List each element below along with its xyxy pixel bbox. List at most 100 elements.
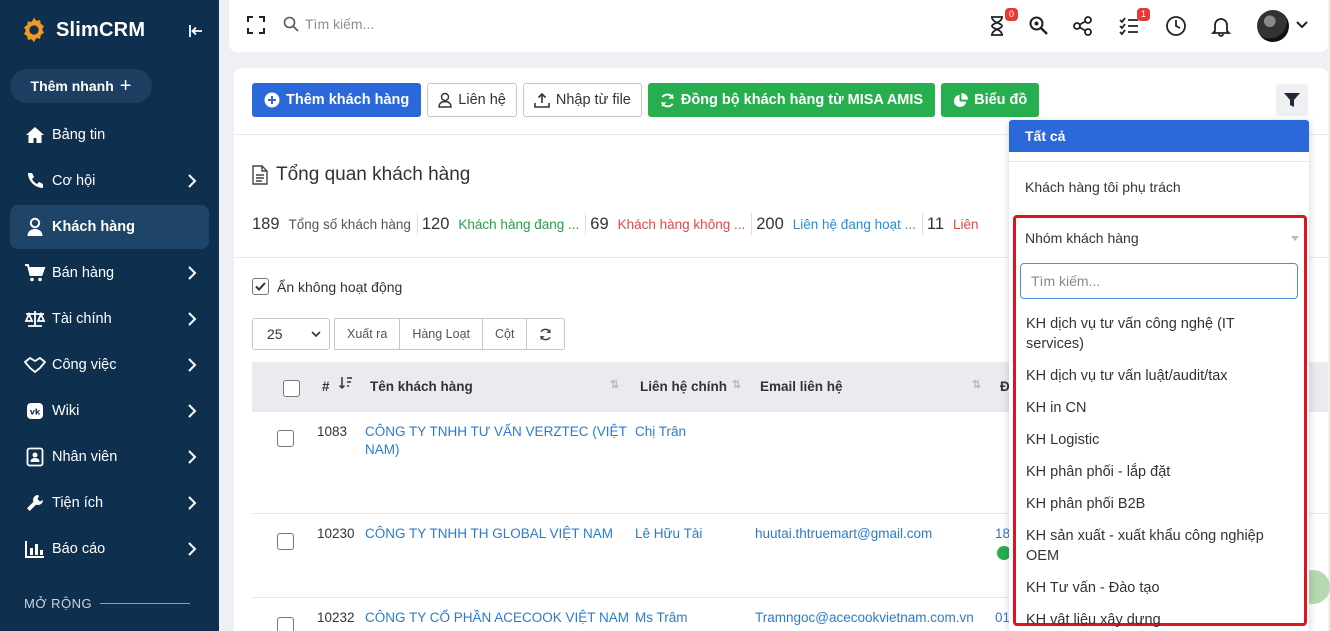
sidebar-item-bang-tin[interactable]: Bảng tin bbox=[10, 113, 209, 157]
sidebar-item-wiki[interactable]: vk Wiki bbox=[10, 389, 209, 433]
sidebar-item-khach-hang[interactable]: Khách hàng bbox=[10, 205, 209, 249]
group-option[interactable]: KH dịch vụ tư vấn luật/audit/tax bbox=[1026, 364, 1296, 388]
bell-icon[interactable] bbox=[1210, 15, 1232, 37]
phone-cell[interactable]: 18 bbox=[995, 525, 1010, 543]
sort-icon[interactable]: ⇅ bbox=[732, 378, 741, 391]
sidebar-item-ban-hang[interactable]: Bán hàng bbox=[10, 251, 209, 295]
top-search[interactable]: Tìm kiếm... bbox=[283, 16, 374, 32]
columns-button[interactable]: Cột bbox=[482, 318, 528, 350]
contact-link[interactable]: Lê Hữu Tài bbox=[635, 525, 702, 543]
select-all-checkbox[interactable] bbox=[283, 380, 300, 397]
search-key-icon[interactable] bbox=[1028, 15, 1050, 37]
col-header-contact[interactable]: Liên hệ chính bbox=[640, 379, 727, 394]
row-id: 10232 bbox=[317, 610, 355, 625]
row-id: 10230 bbox=[317, 526, 355, 541]
stat-label: Liên bbox=[953, 216, 979, 232]
row-checkbox[interactable] bbox=[277, 430, 294, 447]
group-option[interactable]: KH dịch vụ tư vấn công nghệ (IT services… bbox=[1026, 312, 1296, 356]
sort-desc-icon[interactable] bbox=[339, 376, 353, 390]
chevron-right-icon bbox=[188, 266, 197, 280]
vk-icon: vk bbox=[24, 400, 46, 422]
email-link[interactable]: huutai.thtruemart@gmail.com bbox=[755, 525, 932, 543]
customer-name-link[interactable]: CÔNG TY TNHH TH GLOBAL VIỆT NAM bbox=[365, 525, 613, 543]
group-option[interactable]: KH sản xuất - xuất khẩu công nghiệp OEM bbox=[1026, 524, 1296, 568]
customer-group-select[interactable]: Nhóm khách hàng bbox=[1025, 230, 1139, 246]
customer-name-link-cont[interactable]: NAM) bbox=[365, 441, 400, 459]
sync-misa-button[interactable]: Đồng bộ khách hàng từ MISA AMIS bbox=[647, 83, 936, 117]
chevron-down-icon[interactable] bbox=[1296, 20, 1308, 30]
group-search-input[interactable] bbox=[1020, 263, 1298, 299]
section-label-expand: MỞ RỘNG bbox=[24, 596, 191, 611]
group-options-list: KH dịch vụ tư vấn công nghệ (IT services… bbox=[1026, 312, 1296, 631]
topbar: Tìm kiếm... 0 1 bbox=[229, 0, 1328, 52]
sidebar-item-tai-chinh[interactable]: Tài chính bbox=[10, 297, 209, 341]
stat-contacts-active[interactable]: 200 Liên hệ đang hoạt ... bbox=[756, 213, 923, 235]
group-option[interactable]: KH Logistic bbox=[1026, 428, 1296, 452]
user-icon bbox=[24, 216, 46, 238]
sort-icon[interactable]: ⇅ bbox=[610, 378, 619, 391]
phone-cell[interactable]: 01 bbox=[995, 609, 1010, 627]
group-option[interactable]: KH vật liệu xây dựng bbox=[1026, 608, 1296, 631]
group-option[interactable]: KH phân phối - lắp đặt bbox=[1026, 460, 1296, 484]
filter-option-mine[interactable]: Khách hàng tôi phụ trách bbox=[1009, 162, 1309, 212]
id-card-icon bbox=[24, 446, 46, 468]
app-logo[interactable]: SlimCRM bbox=[20, 16, 145, 44]
stat-contacts-inactive[interactable]: 11 Liên bbox=[927, 213, 985, 235]
sidebar-item-co-hoi[interactable]: Cơ hội bbox=[10, 159, 209, 203]
stat-inactive[interactable]: 69 Khách hàng không ... bbox=[590, 213, 753, 235]
customer-name-link[interactable]: CÔNG TY TNHH TƯ VẤN VERZTEC (VIỆT bbox=[365, 423, 627, 441]
group-option[interactable]: KH Tư vấn - Đào tạo bbox=[1026, 576, 1296, 600]
hide-inactive-toggle[interactable]: Ẩn không hoạt động bbox=[252, 278, 402, 295]
col-header-email[interactable]: Email liên hệ bbox=[760, 379, 843, 394]
sidebar-item-cong-viec[interactable]: Công việc bbox=[10, 343, 209, 387]
import-file-button[interactable]: Nhập từ file bbox=[522, 83, 642, 117]
filter-option-all[interactable]: Tất cả bbox=[1009, 120, 1309, 152]
group-option[interactable]: KH in CN bbox=[1026, 396, 1296, 420]
quick-add-button[interactable]: Thêm nhanh + bbox=[10, 69, 152, 103]
fullscreen-icon[interactable] bbox=[247, 16, 265, 34]
sidebar-item-nhan-vien[interactable]: Nhân viên bbox=[10, 435, 209, 479]
sidebar-item-bao-cao[interactable]: Báo cáo bbox=[10, 527, 209, 571]
page-size-value: 25 bbox=[267, 326, 283, 342]
task-list-icon[interactable]: 1 bbox=[1118, 8, 1150, 37]
page-size-select[interactable]: 25 bbox=[252, 318, 330, 350]
stat-active[interactable]: 120 Khách hàng đang ... bbox=[422, 213, 587, 235]
collapse-sidebar-icon[interactable] bbox=[187, 22, 205, 40]
row-checkbox[interactable] bbox=[277, 533, 294, 550]
contact-link[interactable]: Ms Trâm bbox=[635, 609, 688, 627]
customer-name-link[interactable]: CÔNG TY CỔ PHẦN ACECOOK VIỆT NAM bbox=[365, 609, 629, 627]
wrench-icon bbox=[24, 492, 46, 514]
share-icon[interactable] bbox=[1072, 15, 1094, 37]
clock-icon[interactable] bbox=[1165, 15, 1187, 37]
chevron-right-icon bbox=[188, 404, 197, 418]
hourglass-badge: 0 bbox=[1004, 8, 1018, 21]
chevron-right-icon bbox=[188, 174, 197, 188]
check-icon bbox=[255, 282, 266, 291]
chart-button[interactable]: Biểu đồ bbox=[941, 83, 1040, 117]
sort-icon[interactable]: ⇅ bbox=[972, 378, 981, 391]
row-checkbox[interactable] bbox=[277, 617, 294, 631]
chart-label: Biểu đồ bbox=[974, 92, 1028, 108]
sidebar-item-label: Tài chính bbox=[52, 311, 112, 327]
stat-label: Khách hàng không ... bbox=[617, 216, 746, 232]
hourglass-icon[interactable]: 0 bbox=[986, 8, 1018, 37]
sidebar-item-label: Bán hàng bbox=[52, 265, 115, 281]
contact-link[interactable]: Chị Trân bbox=[635, 423, 686, 441]
group-option[interactable]: KH phân phối B2B bbox=[1026, 492, 1296, 516]
avatar[interactable] bbox=[1257, 10, 1289, 42]
sidebar-item-tien-ich[interactable]: Tiện ích bbox=[10, 481, 209, 525]
col-header-name[interactable]: Tên khách hàng bbox=[370, 379, 473, 394]
section-label-text: MỞ RỘNG bbox=[24, 596, 93, 611]
hide-inactive-checkbox[interactable] bbox=[252, 278, 269, 295]
plus-circle-icon bbox=[264, 92, 280, 108]
contact-button[interactable]: Liên hệ bbox=[427, 83, 517, 117]
add-customer-button[interactable]: Thêm khách hàng bbox=[252, 83, 422, 117]
col-header-id[interactable]: # bbox=[322, 379, 330, 394]
stat-total[interactable]: 189 Tổng số khách hàng bbox=[252, 213, 418, 235]
bulk-actions-button[interactable]: Hàng Loạt bbox=[399, 318, 483, 350]
filter-button[interactable] bbox=[1276, 84, 1308, 116]
export-button[interactable]: Xuất ra bbox=[334, 318, 401, 350]
email-link[interactable]: Tramngoc@acecookvietnam.com.vn bbox=[755, 609, 974, 627]
sidebar-item-label: Bảng tin bbox=[52, 127, 106, 143]
refresh-button[interactable] bbox=[526, 318, 566, 350]
